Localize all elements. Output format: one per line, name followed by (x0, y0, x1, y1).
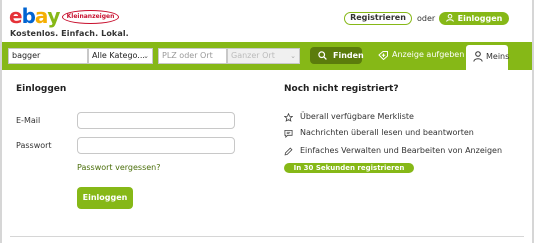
post-ad-label: Anzeige aufgeben (392, 50, 465, 59)
post-ad-icon (378, 51, 388, 60)
radius-select-value: Ganzer Ort (231, 51, 275, 60)
password-field[interactable] (77, 137, 235, 154)
search-query-input[interactable]: bagger (8, 48, 88, 64)
login-title: Einloggen (16, 84, 67, 94)
password-label: Passwort (16, 141, 52, 150)
user-icon (473, 51, 483, 62)
email-label: E-Mail (16, 116, 41, 125)
email-field[interactable] (77, 112, 235, 129)
benefit-text: Nachrichten überall lesen und beantworte… (300, 128, 474, 137)
logo-letter-a: a (34, 4, 48, 28)
my-account-label: Meins (486, 52, 510, 61)
divider (10, 236, 524, 237)
login-button[interactable]: Einloggen (439, 12, 509, 25)
user-icon (445, 14, 454, 22)
search-button-label: Finden (333, 51, 364, 60)
pencil-icon (284, 147, 293, 156)
logo-letter-b: b (21, 4, 36, 28)
chevron-down-icon: ⌄ (143, 52, 149, 60)
message-icon (284, 129, 293, 138)
benefit-item-watchlist: Überall verfügbare Merkliste (284, 111, 414, 123)
register-button[interactable]: Registrieren (344, 12, 412, 25)
logo-letter-y: y (47, 4, 60, 28)
or-label: oder (417, 14, 436, 23)
forgot-password-link[interactable]: Passwort vergessen? (77, 163, 161, 172)
login-button-label: Einloggen (457, 14, 503, 23)
post-ad-button[interactable]: Anzeige aufgeben (378, 46, 464, 64)
logo-letter-e: e (9, 4, 23, 28)
register-title: Noch nicht registriert? (284, 84, 399, 94)
ebay-wordmark: ebay (9, 4, 60, 28)
register-now-button[interactable]: In 30 Sekunden registrieren (284, 163, 414, 173)
my-account-tab[interactable]: Meins (466, 45, 510, 70)
benefit-item-messages: Nachrichten überall lesen und beantworte… (284, 127, 474, 139)
category-select[interactable]: Alle Katego... ⌄ (88, 48, 153, 64)
kleinanzeigen-badge: Kleinanzeigen (62, 10, 119, 24)
login-submit-button[interactable]: Einloggen (77, 187, 133, 209)
search-icon (318, 51, 327, 60)
ebay-kleinanzeigen-logo[interactable]: ebay Kleinanzeigen (9, 4, 119, 30)
slogan: Kostenlos. Einfach. Lokal. (10, 29, 129, 38)
location-input[interactable]: PLZ oder Ort (158, 48, 227, 64)
radius-select[interactable]: Ganzer Ort ⌄ (227, 48, 300, 64)
search-button[interactable]: Finden (310, 47, 364, 64)
benefit-text: Einfaches Verwalten und Bearbeiten von A… (300, 146, 503, 155)
category-select-value: Alle Katego... (92, 51, 145, 60)
benefit-item-manage: Einfaches Verwalten und Bearbeiten von A… (284, 145, 502, 157)
chevron-down-icon: ⌄ (290, 52, 296, 60)
star-icon (284, 113, 293, 122)
benefit-text: Überall verfügbare Merkliste (300, 112, 414, 121)
